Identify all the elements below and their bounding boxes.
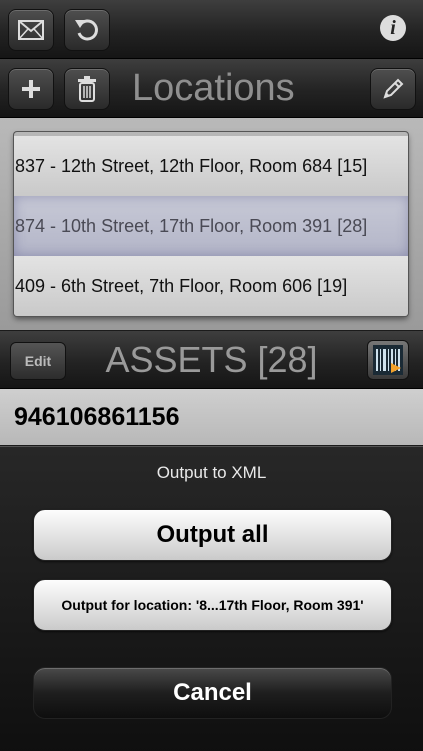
mail-icon [18,20,44,40]
cancel-button[interactable]: Cancel [33,667,392,719]
location-row[interactable]: 837 - 12th Street, 12th Floor, Room 684 … [14,136,408,197]
info-icon[interactable]: i [380,15,406,41]
info-glyph: i [390,17,396,39]
action-sheet: Output to XML Output all Output for loca… [0,446,423,751]
trash-icon [78,76,96,102]
locations-bar: Locations [0,59,423,118]
output-location-button[interactable]: Output for location: '8...17th Floor, Ro… [33,579,392,631]
add-location-button[interactable] [8,68,54,110]
location-row-selected[interactable]: 874 - 10th Street, 17th Floor, Room 391 … [14,196,408,257]
delete-location-button[interactable] [64,68,110,110]
output-all-button[interactable]: Output all [33,509,392,561]
mail-button[interactable] [8,9,54,51]
edit-assets-button[interactable]: Edit [10,342,66,380]
assets-bar: ASSETS [28] Edit [0,331,423,389]
locations-title: Locations [132,67,295,109]
refresh-button[interactable] [64,9,110,51]
asset-code: 946106861156 [14,403,180,431]
asset-list-item[interactable]: 946106861156 [0,389,423,445]
action-sheet-title: Output to XML [156,463,267,482]
barcode-icon [373,345,403,375]
barcode-scan-button[interactable] [367,340,409,380]
refresh-icon [75,19,98,41]
location-row[interactable]: 409 - 6th Street, 7th Floor, Room 606 [1… [14,256,408,316]
edit-location-button[interactable] [370,68,416,110]
pencil-icon [383,78,404,99]
top-toolbar: i [0,0,423,59]
location-picker[interactable]: 837 - 12th Street, 12th Floor, Room 684 … [14,132,408,316]
plus-icon [22,80,40,98]
location-picker-panel: 837 - 12th Street, 12th Floor, Room 684 … [0,118,423,330]
